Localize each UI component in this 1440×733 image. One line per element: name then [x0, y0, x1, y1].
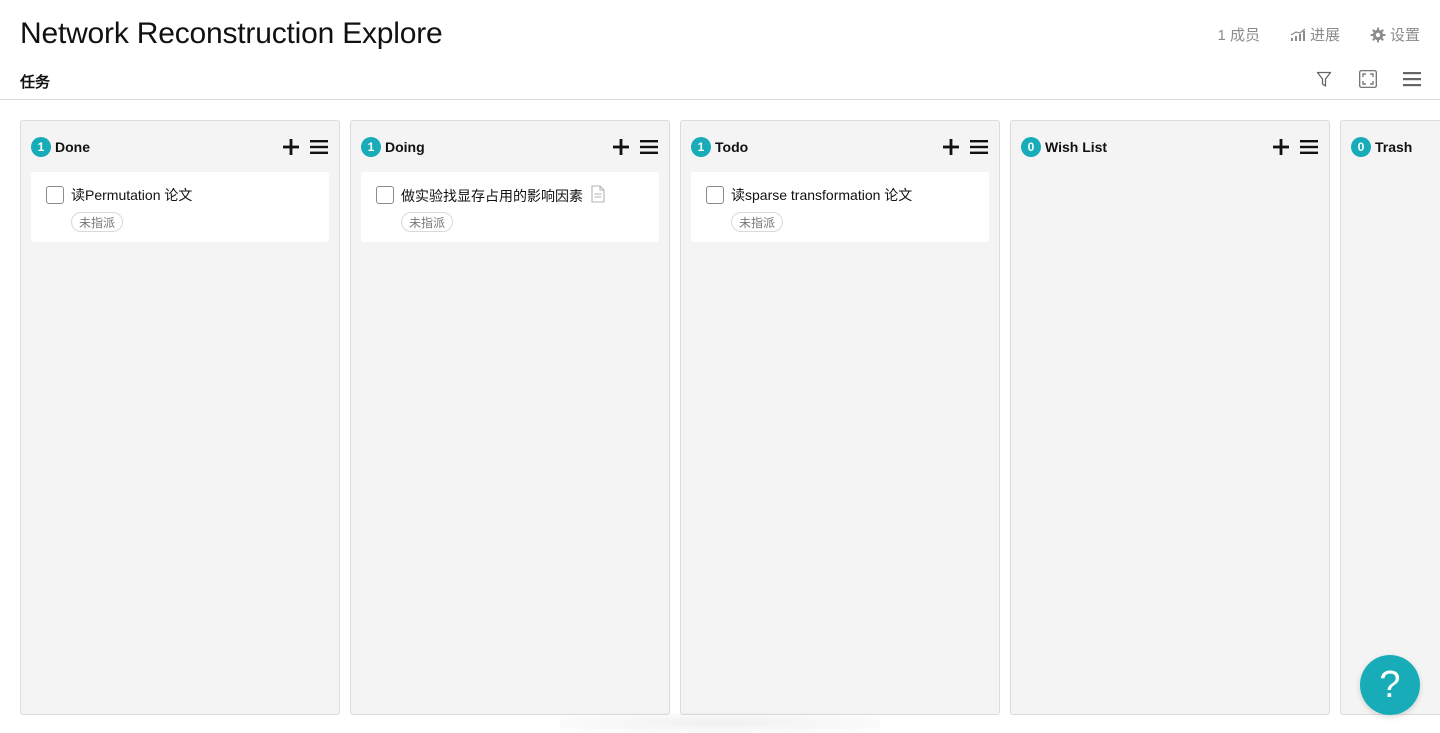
- members-button[interactable]: 1 成员: [1217, 24, 1260, 45]
- task-checkbox[interactable]: [46, 186, 64, 204]
- settings-label: 设置: [1389, 27, 1420, 44]
- column-done: 1 Done 读Permutation 论文 未指派: [20, 120, 340, 715]
- help-button[interactable]: ?: [1360, 655, 1420, 715]
- list-menu-icon[interactable]: [1299, 137, 1319, 157]
- count-badge: 1: [691, 137, 711, 157]
- filter-icon[interactable]: [1314, 68, 1334, 90]
- board-tools: [1314, 68, 1422, 90]
- plus-icon[interactable]: [611, 137, 631, 157]
- count-badge: 1: [31, 137, 51, 157]
- scroll-shadow: [560, 713, 880, 733]
- column-title: Done: [55, 139, 90, 155]
- column-doing: 1 Doing 做实验找显存占用的影响因素 未指派: [350, 120, 670, 715]
- task-card[interactable]: 读Permutation 论文 未指派: [31, 172, 329, 242]
- project-title: Network Reconstruction Explore: [20, 17, 443, 50]
- progress-label: 进展: [1309, 27, 1340, 44]
- plus-icon[interactable]: [281, 137, 301, 157]
- members-label: 1 成员: [1217, 27, 1260, 44]
- plus-icon[interactable]: [1271, 137, 1291, 157]
- column-header: 0 Trash: [1351, 135, 1430, 159]
- task-title: 读sparse transformation 论文: [731, 187, 913, 203]
- column-header: 1 Done: [31, 135, 329, 159]
- column-todo: 1 Todo 读sparse transformation 论文 未指派: [680, 120, 1000, 715]
- page-header: Network Reconstruction Explore 任务 1 成员 进…: [0, 0, 1440, 100]
- column-title: Todo: [715, 139, 749, 155]
- task-title-row: 读sparse transformation 论文: [731, 185, 912, 205]
- hamburger-menu-icon[interactable]: [1402, 68, 1422, 90]
- gear-icon: [1370, 27, 1386, 43]
- column-header: 0 Wish List: [1021, 135, 1319, 159]
- settings-button[interactable]: 设置: [1370, 24, 1420, 45]
- count-badge: 0: [1021, 137, 1041, 157]
- task-title-row: 读Permutation 论文: [71, 185, 192, 205]
- column-title: Trash: [1375, 139, 1413, 155]
- task-checkbox[interactable]: [376, 186, 394, 204]
- count-badge: 0: [1351, 137, 1371, 157]
- task-title: 做实验找显存占用的影响因素: [401, 187, 583, 204]
- column-trash: 0 Trash: [1340, 120, 1440, 715]
- kanban-board: 1 Done 读Permutation 论文 未指派 1 Doing 做实验找显…: [20, 120, 1440, 715]
- plus-icon[interactable]: [941, 137, 961, 157]
- task-card[interactable]: 读sparse transformation 论文 未指派: [691, 172, 989, 242]
- task-card[interactable]: 做实验找显存占用的影响因素 未指派: [361, 172, 659, 242]
- top-actions: 1 成员 进展 设置: [1217, 24, 1420, 45]
- column-actions: [1271, 137, 1319, 157]
- assignee-tag[interactable]: 未指派: [71, 212, 124, 232]
- bar-chart-icon: [1290, 28, 1306, 42]
- fullscreen-icon[interactable]: [1358, 68, 1378, 90]
- column-header: 1 Todo: [691, 135, 989, 159]
- column-actions: [941, 137, 989, 157]
- document-icon: [591, 185, 605, 206]
- tasks-tab[interactable]: 任务: [20, 71, 50, 92]
- column-header: 1 Doing: [361, 135, 659, 159]
- list-menu-icon[interactable]: [309, 137, 329, 157]
- column-actions: [281, 137, 329, 157]
- task-checkbox[interactable]: [706, 186, 724, 204]
- column-wish-list: 0 Wish List: [1010, 120, 1330, 715]
- list-menu-icon[interactable]: [969, 137, 989, 157]
- task-title-row: 做实验找显存占用的影响因素: [401, 185, 605, 206]
- column-actions: [611, 137, 659, 157]
- assignee-tag[interactable]: 未指派: [731, 212, 784, 232]
- progress-button[interactable]: 进展: [1290, 24, 1340, 45]
- assignee-tag[interactable]: 未指派: [401, 212, 454, 232]
- task-title: 读Permutation 论文: [71, 187, 193, 203]
- column-title: Wish List: [1045, 139, 1108, 155]
- list-menu-icon[interactable]: [639, 137, 659, 157]
- count-badge: 1: [361, 137, 381, 157]
- column-title: Doing: [385, 139, 425, 155]
